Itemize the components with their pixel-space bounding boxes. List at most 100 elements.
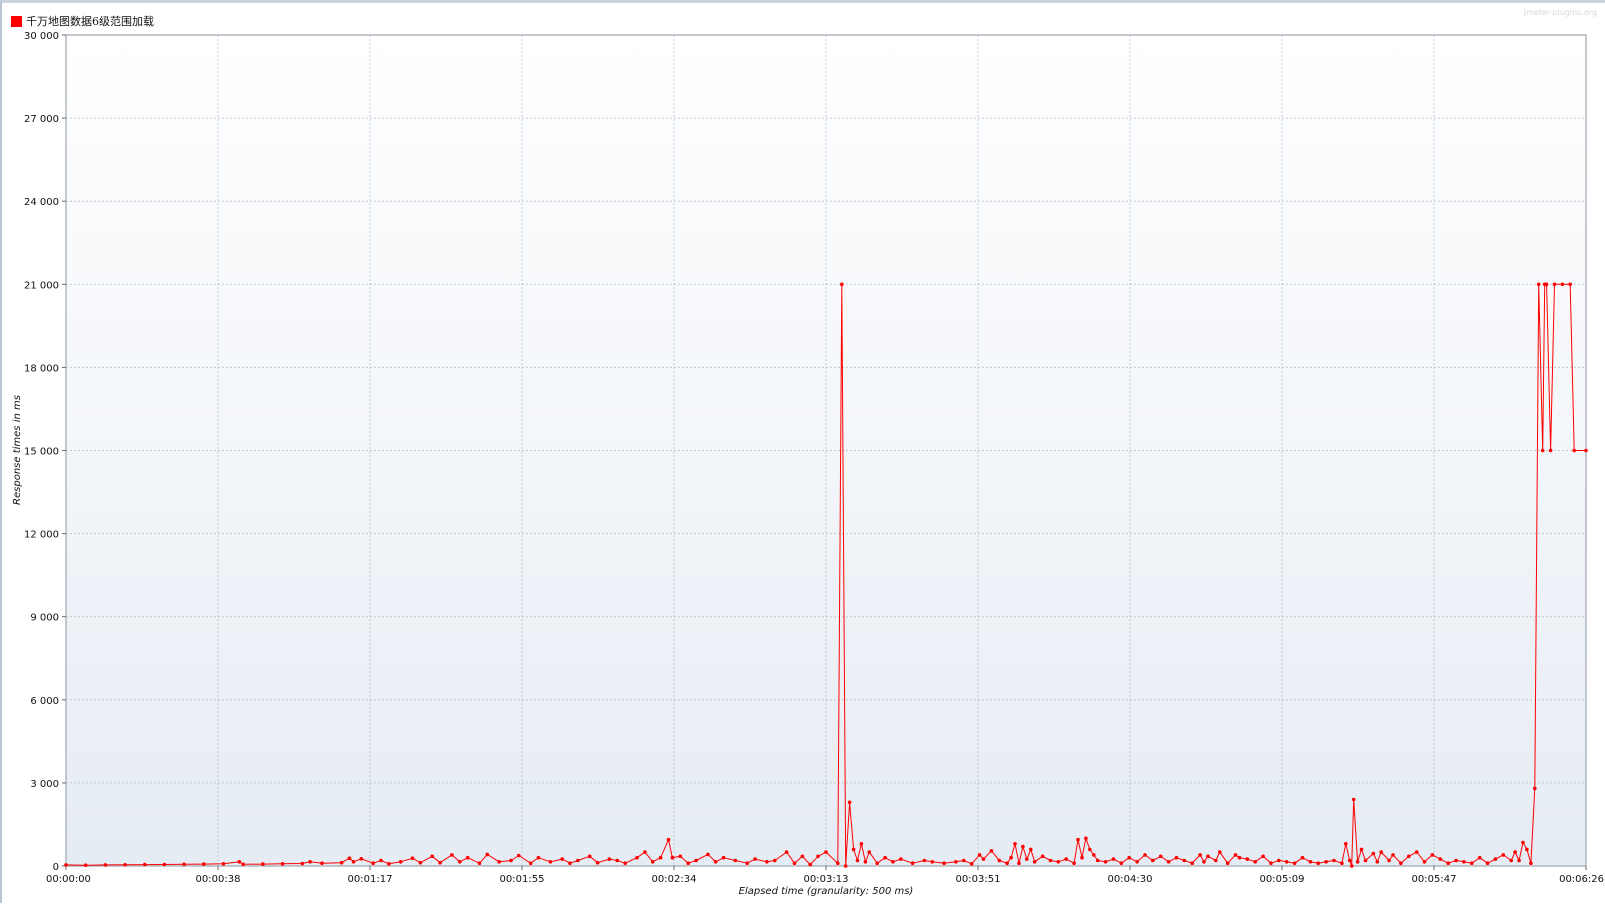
data-point	[658, 855, 663, 860]
data-point	[1568, 282, 1572, 287]
data-point	[765, 860, 769, 864]
data-point	[843, 864, 848, 868]
legend-swatch	[11, 15, 22, 27]
data-point	[875, 861, 879, 865]
data-point	[1371, 851, 1376, 856]
data-point	[517, 853, 521, 858]
data-point	[922, 858, 927, 863]
data-point	[1525, 847, 1529, 852]
data-point	[241, 862, 245, 867]
data-point	[1174, 855, 1179, 860]
data-point	[615, 858, 620, 863]
data-point	[643, 850, 647, 854]
data-point	[1533, 786, 1537, 791]
data-point	[347, 856, 352, 860]
data-point	[587, 854, 592, 859]
data-point	[1509, 858, 1513, 863]
data-point	[1261, 854, 1265, 859]
data-point	[1182, 858, 1187, 863]
data-point	[1095, 858, 1100, 863]
data-point	[1351, 797, 1356, 802]
data-point	[1009, 855, 1013, 860]
data-point	[816, 854, 820, 859]
data-point	[1349, 864, 1354, 868]
data-point	[1454, 858, 1458, 863]
data-point	[836, 861, 840, 865]
data-point	[1513, 850, 1517, 854]
data-point	[1214, 858, 1218, 863]
data-point	[595, 860, 600, 865]
data-point	[1076, 837, 1080, 842]
data-point	[1560, 282, 1565, 287]
data-point	[1517, 858, 1521, 863]
data-point	[398, 860, 403, 864]
data-point	[1572, 448, 1576, 453]
data-point	[977, 853, 982, 857]
chart-window: 0 3 000 6 000 9 000 12 000 15 000 18 000 21 000…	[0, 0, 1605, 903]
data-point	[1477, 855, 1482, 860]
data-point	[568, 861, 572, 865]
data-point	[83, 863, 88, 867]
data-point	[1021, 844, 1025, 849]
data-point	[1344, 842, 1348, 846]
data-point	[351, 860, 356, 864]
data-point	[143, 862, 147, 867]
data-point	[635, 855, 639, 860]
y-axis-title: Response times in ms	[12, 395, 23, 505]
data-point	[280, 862, 285, 866]
data-point	[1470, 861, 1474, 865]
data-point	[1438, 857, 1443, 861]
data-point	[359, 857, 364, 861]
x-tick-label: 00:03:13	[804, 874, 849, 885]
legend: 千万地图数据6级范围加载	[11, 13, 154, 29]
data-point	[962, 858, 966, 863]
data-point	[1446, 861, 1450, 865]
data-point	[202, 862, 206, 866]
data-point	[308, 860, 312, 864]
data-point	[899, 857, 903, 861]
x-tick-label: 00:01:17	[348, 874, 393, 885]
data-point	[548, 860, 553, 864]
data-point	[528, 861, 533, 865]
data-point	[465, 855, 470, 860]
data-point	[745, 861, 749, 865]
y-tick-label: 6 000	[30, 696, 59, 707]
data-point	[666, 837, 671, 842]
y-tick-label: 15 000	[24, 447, 59, 458]
data-point	[485, 852, 490, 857]
data-point	[458, 860, 462, 864]
data-point	[1029, 847, 1033, 852]
data-point	[800, 854, 805, 859]
data-point	[1493, 857, 1498, 861]
data-point	[792, 861, 797, 865]
data-point	[721, 855, 726, 860]
data-point	[1202, 860, 1206, 864]
data-point	[784, 850, 789, 854]
data-point	[733, 858, 738, 863]
data-point	[1166, 860, 1171, 864]
data-point	[773, 858, 777, 863]
data-point	[1536, 282, 1541, 287]
data-point	[1501, 853, 1506, 857]
watermark: jmeter-plugins.org	[1523, 8, 1597, 17]
data-point	[1190, 861, 1194, 865]
data-point	[1040, 854, 1045, 859]
x-tick-label: 00:03:51	[956, 874, 1001, 885]
data-point	[1324, 860, 1328, 864]
data-point	[859, 842, 864, 846]
data-point	[1080, 855, 1084, 860]
data-point	[1544, 282, 1549, 287]
data-point	[1084, 836, 1088, 841]
y-tick-label: 30 000	[24, 31, 59, 42]
data-point	[1430, 853, 1435, 857]
data-point	[1300, 855, 1305, 860]
data-point	[509, 858, 513, 863]
data-point	[1584, 448, 1588, 453]
data-point	[1233, 853, 1238, 857]
data-point	[162, 862, 167, 867]
data-point	[1206, 854, 1210, 859]
data-point	[686, 861, 690, 865]
data-point	[1347, 858, 1352, 863]
y-tick-label: 3 000	[30, 779, 59, 790]
data-point	[969, 862, 974, 866]
